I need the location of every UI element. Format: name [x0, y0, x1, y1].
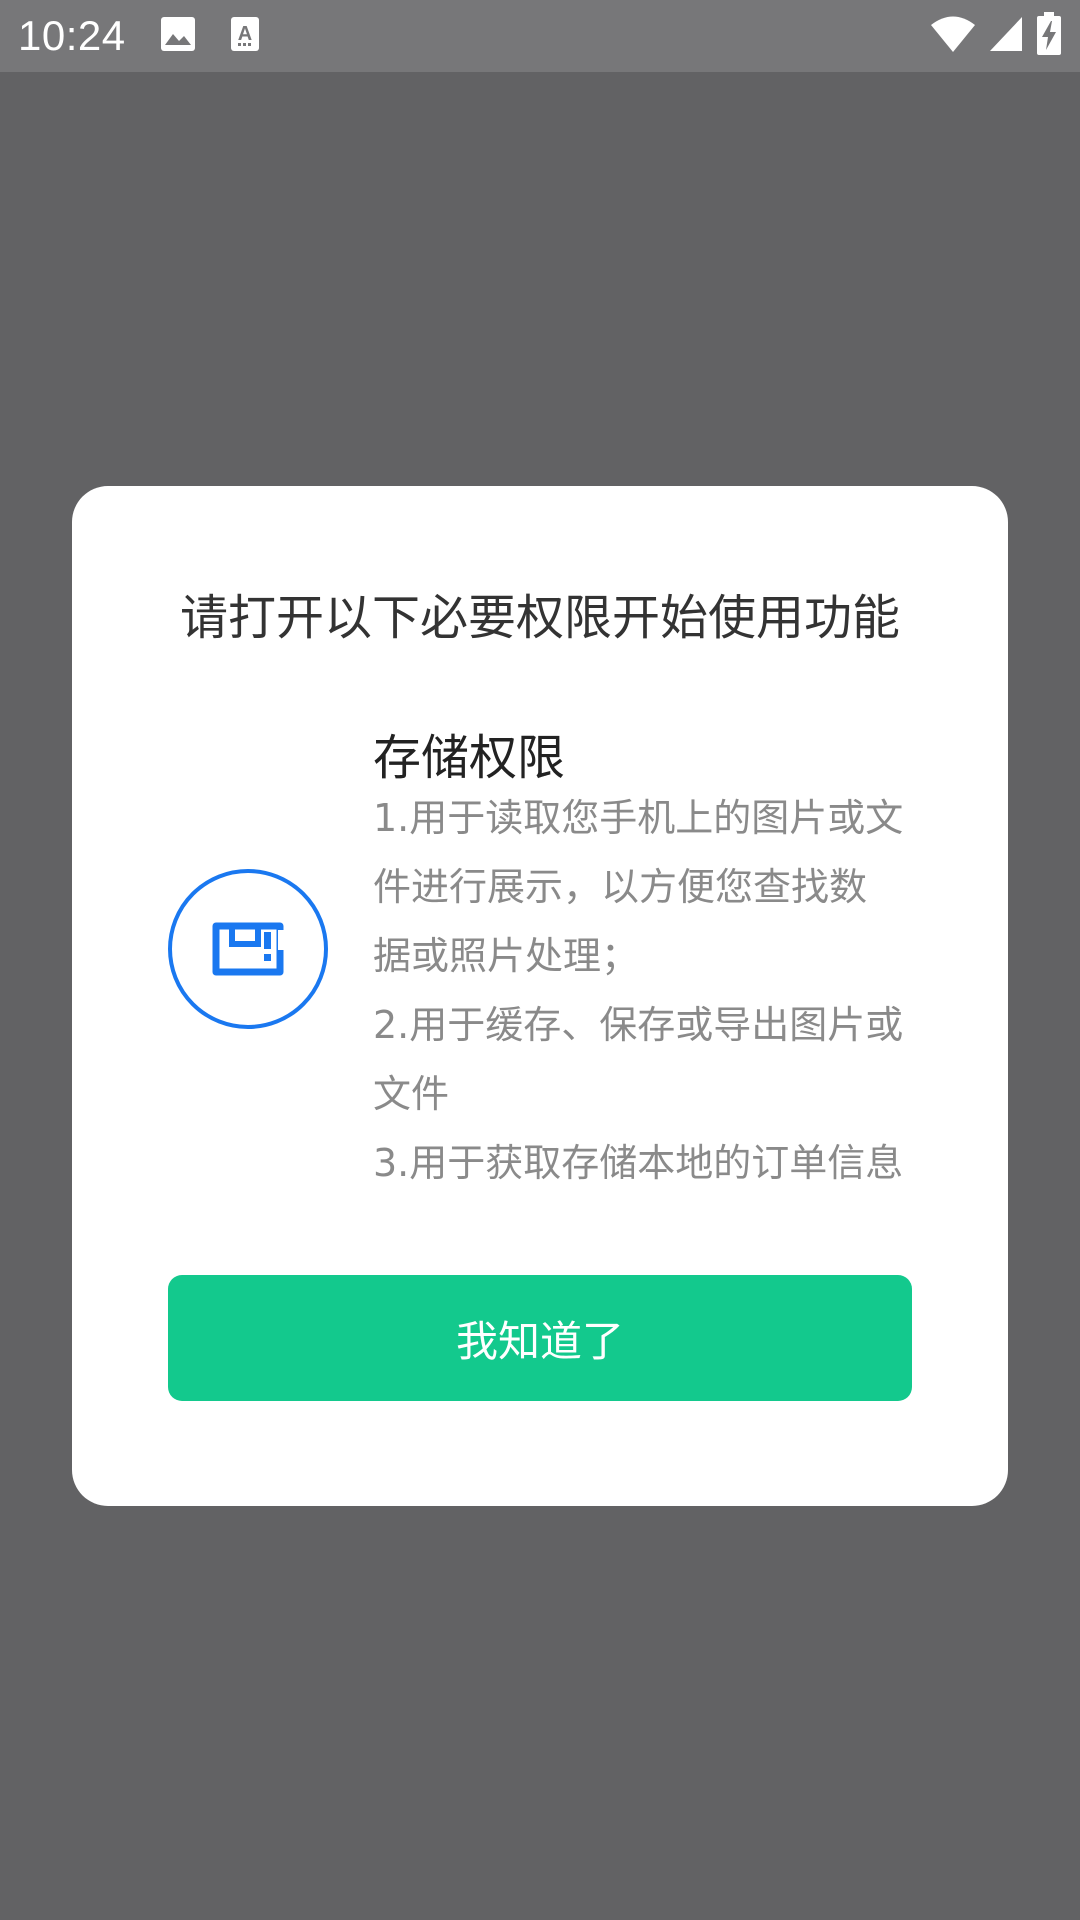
- storage-permission-icon: [168, 869, 328, 1029]
- status-time: 10:24: [18, 12, 126, 59]
- image-icon: [160, 16, 196, 56]
- permission-desc-line: 文件: [373, 1072, 450, 1116]
- permission-name: 存储权限: [373, 730, 566, 786]
- permission-desc-line: 据或照片处理；: [373, 934, 640, 978]
- status-right-icons: [930, 12, 1062, 60]
- svg-text:A: A: [237, 23, 251, 45]
- dialog-title: 请打开以下必要权限开始使用功能: [179, 590, 900, 646]
- permission-desc-line: 3.用于获取存储本地的订单信息: [373, 1141, 904, 1185]
- save-icon: [212, 922, 284, 976]
- confirm-button[interactable]: 我知道了: [168, 1275, 912, 1401]
- permission-desc-line: 2.用于缓存、保存或导出图片或: [373, 1003, 904, 1047]
- battery-charging-icon: [1036, 12, 1062, 60]
- permission-description: 1.用于读取您手机上的图片或文 件进行展示，以方便您查找数 据或照片处理； 2.…: [373, 784, 933, 1198]
- status-bar: 10:24 A: [0, 0, 1080, 72]
- wifi-icon: [930, 14, 976, 58]
- keyboard-a-icon: A: [230, 16, 260, 56]
- permission-desc-line: 1.用于读取您手机上的图片或文: [373, 796, 904, 840]
- cell-signal-icon: [988, 15, 1024, 57]
- status-left-icons: A: [160, 16, 260, 56]
- permission-desc-line: 件进行展示，以方便您查找数: [373, 865, 868, 909]
